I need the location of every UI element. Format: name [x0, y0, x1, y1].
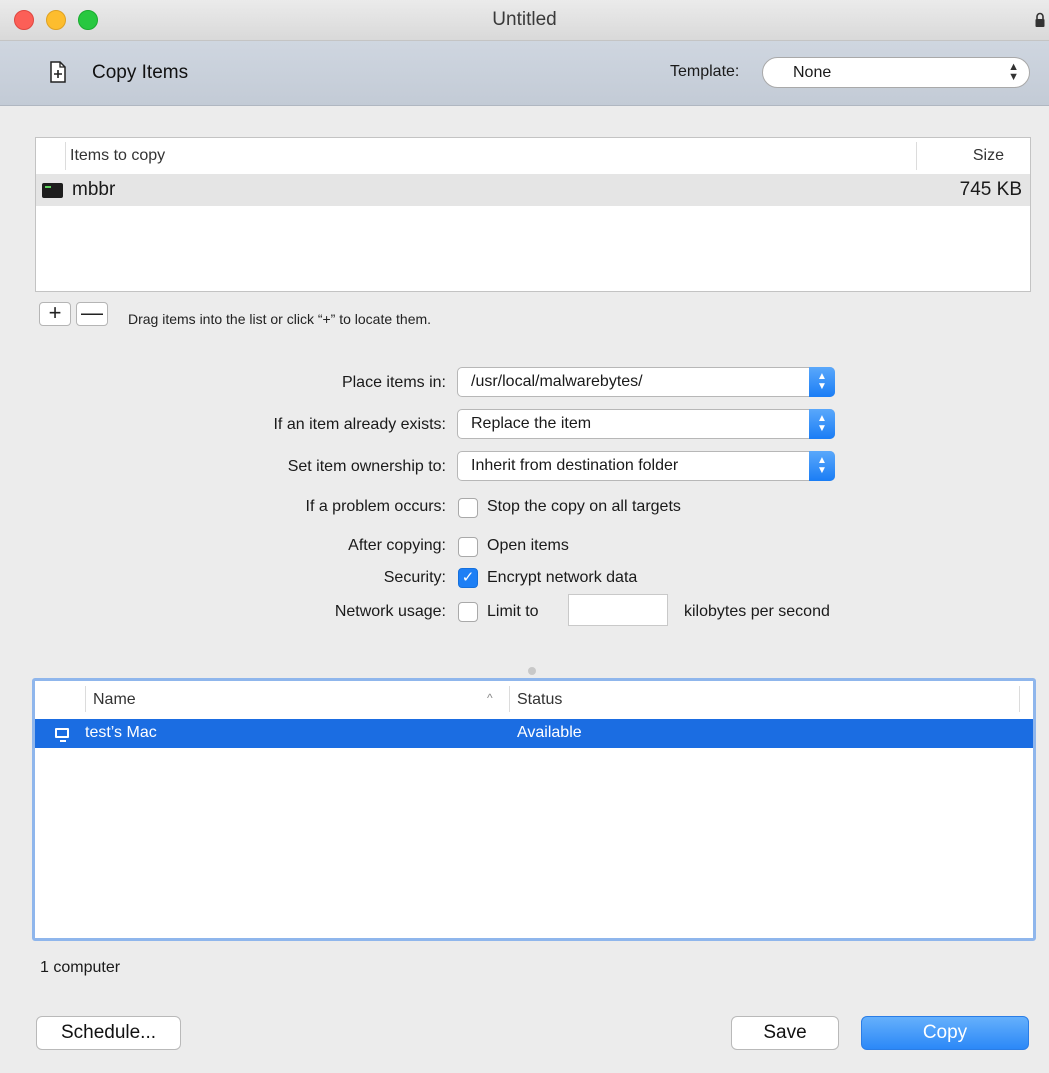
encrypt-option[interactable]: Encrypt network data — [487, 569, 637, 587]
open-items-option[interactable]: Open items — [487, 537, 569, 555]
updown-arrows-icon: ▲ ▼ — [1008, 61, 1019, 83]
ownership-value: Inherit from destination folder — [471, 457, 679, 474]
item-exists-popup[interactable]: Replace the item ▲ ▼ — [457, 409, 835, 439]
template-value: None — [793, 64, 832, 81]
after-copying-label: After copying: — [348, 537, 446, 554]
column-header-size[interactable]: Size — [973, 147, 1004, 165]
lock-icon — [1035, 12, 1045, 27]
add-items-hint: Drag items into the list or click “+” to… — [128, 311, 432, 327]
task-title: Copy Items — [92, 62, 189, 83]
ownership-popup[interactable]: Inherit from destination folder ▲ ▼ — [457, 451, 835, 481]
stop-copy-checkbox[interactable] — [458, 498, 478, 518]
security-label: Security: — [383, 569, 446, 586]
limit-rate-checkbox[interactable] — [458, 602, 478, 622]
rate-unit-label: kilobytes per second — [684, 603, 830, 620]
items-table[interactable]: Items to copy Size mbbr 745 KB — [35, 137, 1031, 292]
column-header-items[interactable]: Items to copy — [70, 147, 165, 165]
item-size: 745 KB — [959, 179, 1022, 200]
item-exists-label: If an item already exists: — [273, 416, 446, 433]
schedule-button[interactable]: Schedule... — [36, 1016, 181, 1050]
problem-label: If a problem occurs: — [305, 498, 447, 515]
ownership-label: Set item ownership to: — [287, 458, 446, 475]
copy-button[interactable]: Copy — [861, 1016, 1029, 1050]
stop-copy-option[interactable]: Stop the copy on all targets — [487, 498, 681, 516]
place-items-label: Place items in: — [341, 374, 446, 391]
template-select[interactable]: None ▲ ▼ — [762, 57, 1030, 88]
table-row[interactable]: test’s Mac Available — [35, 719, 1033, 748]
network-usage-label: Network usage: — [334, 603, 446, 620]
item-exists-value: Replace the item — [471, 415, 592, 432]
updown-arrows-icon: ▲ ▼ — [809, 367, 835, 397]
updown-arrows-icon: ▲ ▼ — [809, 409, 835, 439]
column-header-name[interactable]: Name — [93, 691, 136, 709]
add-item-button[interactable]: + — [39, 302, 71, 326]
window-title: Untitled — [492, 9, 557, 30]
remove-item-button[interactable]: — — [76, 302, 108, 326]
column-header-status[interactable]: Status — [517, 691, 562, 709]
item-name: mbbr — [72, 179, 116, 200]
open-items-checkbox[interactable] — [458, 537, 478, 557]
place-items-value: /usr/local/malwarebytes/ — [471, 373, 643, 390]
limit-to-option[interactable]: Limit to — [487, 603, 539, 621]
template-label: Template: — [670, 63, 740, 80]
rate-input[interactable] — [568, 594, 668, 626]
updown-arrows-icon: ▲ ▼ — [809, 451, 835, 481]
place-items-popup[interactable]: /usr/local/malwarebytes/ ▲ ▼ — [457, 367, 835, 397]
monitor-icon — [55, 728, 69, 742]
computers-table-header: Name ^ Status — [35, 681, 1033, 717]
encrypt-checkbox[interactable]: ✓ — [458, 568, 478, 588]
copy-items-icon — [50, 61, 66, 83]
save-button[interactable]: Save — [731, 1016, 839, 1050]
table-row[interactable]: mbbr 745 KB — [36, 174, 1030, 206]
split-view-handle[interactable] — [528, 667, 536, 675]
computer-count: 1 computer — [40, 959, 121, 976]
items-table-header: Items to copy Size — [36, 138, 1030, 175]
sort-ascending-icon: ^ — [487, 691, 493, 705]
terminal-icon — [42, 183, 63, 198]
computers-table[interactable]: Name ^ Status test’s Mac Available — [32, 678, 1036, 941]
computer-name: test’s Mac — [85, 724, 157, 741]
computer-status: Available — [517, 724, 582, 741]
